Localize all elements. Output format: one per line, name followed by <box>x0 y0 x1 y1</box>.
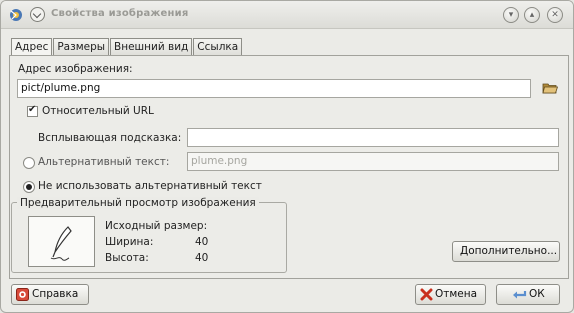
quill-icon <box>50 226 72 261</box>
tab-link[interactable]: Ссылка <box>193 38 243 56</box>
window-title: Свойства изображения <box>51 8 189 19</box>
preview-group-title: Предварительный просмотр изображения <box>17 197 259 209</box>
cancel-button[interactable]: Отмена <box>415 284 486 305</box>
image-address-input[interactable]: pict/plume.png <box>17 79 531 98</box>
cancel-button-label: Отмена <box>435 288 478 300</box>
tab-dimensions[interactable]: Размеры <box>53 38 110 56</box>
relative-url-label: Относительный URL <box>42 105 154 117</box>
menu-icon[interactable] <box>30 7 45 22</box>
alt-text-label: Альтернативный текст: <box>38 156 170 168</box>
tooltip-input[interactable] <box>187 128 559 147</box>
tab-bar: Адрес Размеры Внешний вид Ссылка <box>11 38 243 57</box>
width-label: Ширина: <box>105 236 154 248</box>
alt-text-radio[interactable] <box>23 157 35 169</box>
advanced-button[interactable]: Дополнительно... <box>452 241 560 262</box>
minimize-icon[interactable]: ▾ <box>503 7 519 23</box>
help-button-label: Справка <box>32 288 79 300</box>
no-alt-text-label: Не использовать альтернативный текст <box>38 180 262 192</box>
tooltip-label: Всплывающая подсказка: <box>38 132 182 144</box>
ok-icon <box>513 291 527 299</box>
folder-open-icon[interactable] <box>542 81 558 95</box>
maximize-icon[interactable]: ▴ <box>524 7 540 23</box>
height-value: 40 <box>195 252 209 264</box>
alt-text-input[interactable]: plume.png <box>187 152 559 171</box>
no-alt-text-radio[interactable] <box>23 181 35 193</box>
app-icon[interactable] <box>9 8 23 22</box>
help-button[interactable]: Справка <box>11 284 89 305</box>
close-icon[interactable]: ✕ <box>547 7 563 23</box>
image-preview <box>28 216 95 267</box>
ok-button[interactable]: ОК <box>496 284 560 305</box>
relative-url-checkbox[interactable] <box>27 104 38 117</box>
original-size-label: Исходный размер: <box>105 220 208 232</box>
ok-button-label: ОК <box>529 288 545 300</box>
title-bar: Свойства изображения ▾ ▴ ✕ <box>1 1 573 29</box>
height-label: Высота: <box>105 252 149 264</box>
width-value: 40 <box>195 236 209 248</box>
advanced-button-label: Дополнительно... <box>460 245 558 257</box>
tab-appearance[interactable]: Внешний вид <box>110 38 193 56</box>
image-address-label: Адрес изображения: <box>18 63 133 75</box>
image-properties-dialog: Свойства изображения ▾ ▴ ✕ Адрес Размеры… <box>0 0 574 313</box>
help-icon <box>16 288 29 301</box>
cancel-icon <box>420 288 433 301</box>
